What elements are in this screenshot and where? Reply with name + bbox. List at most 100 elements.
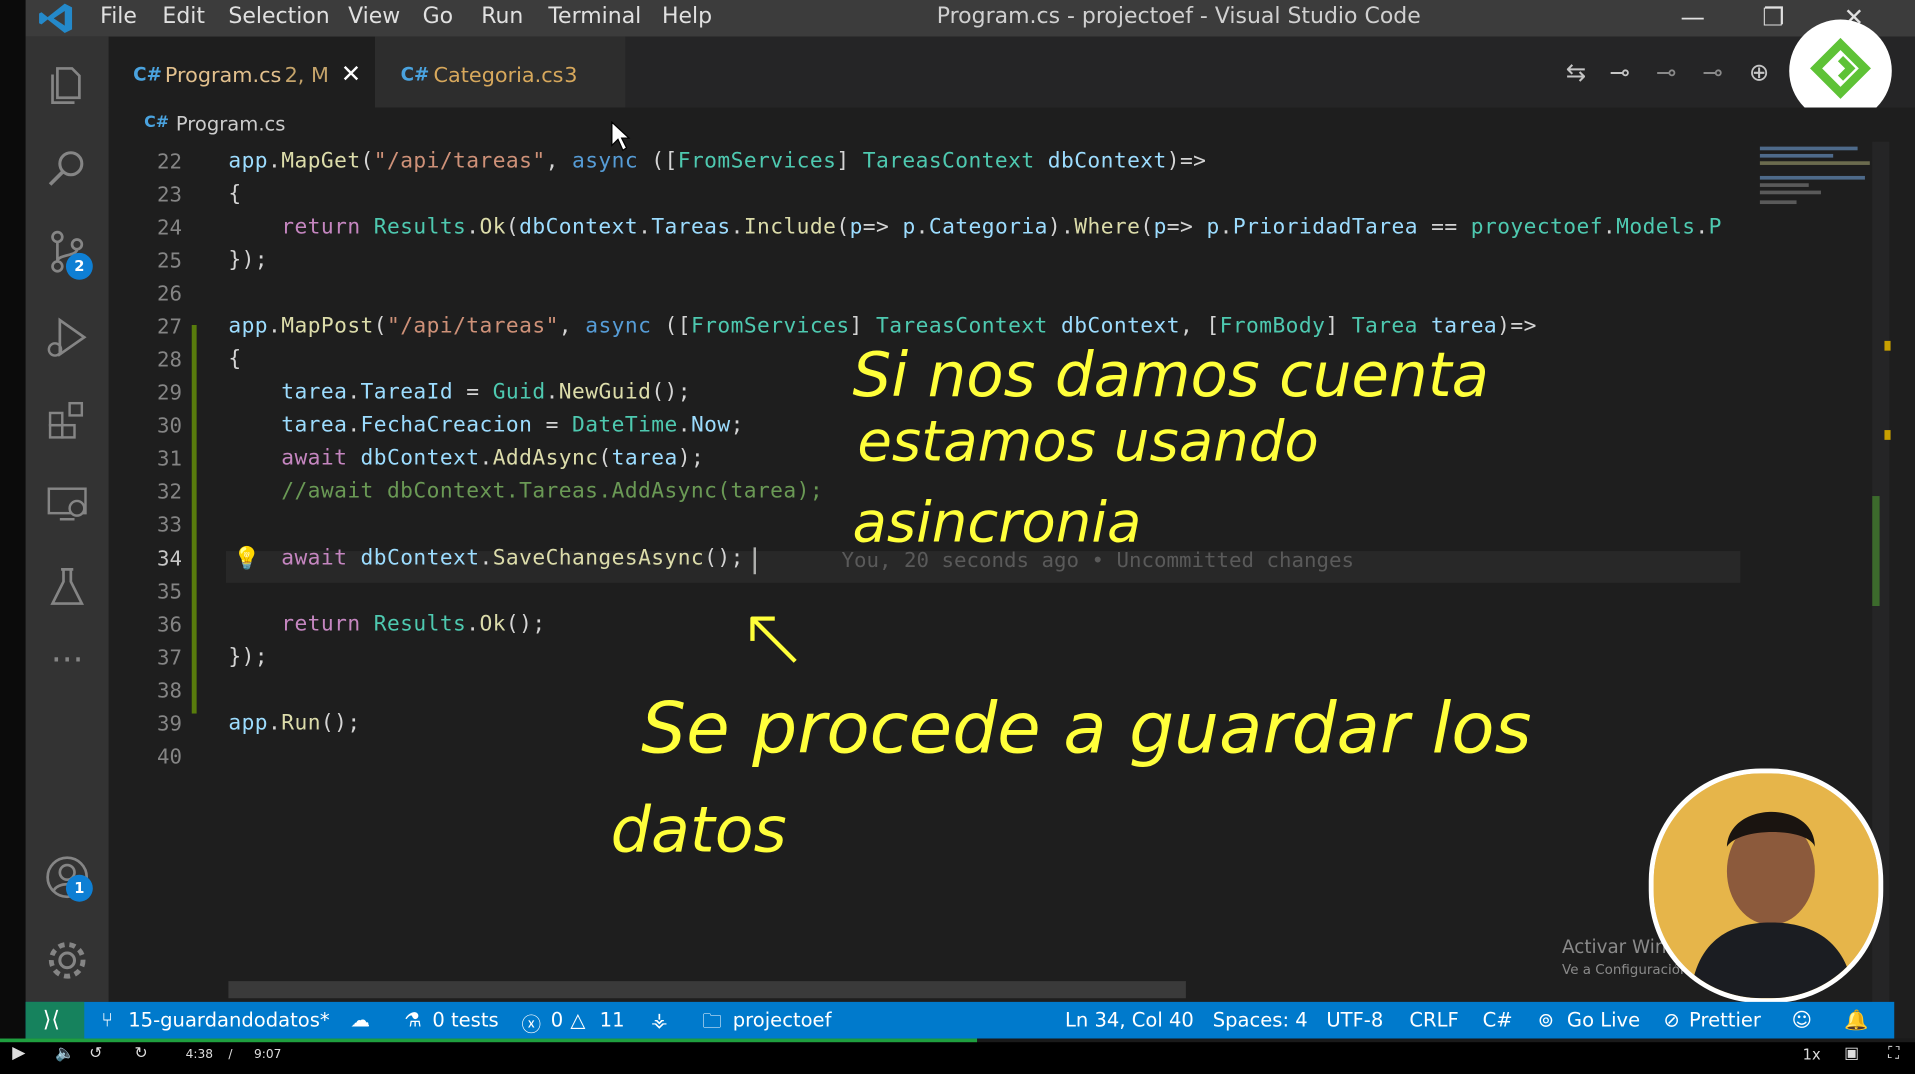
testing-flask-icon: ⚗	[404, 1007, 422, 1032]
indentation[interactable]: Spaces: 4	[1213, 1008, 1308, 1031]
line-number: 26	[156, 282, 182, 307]
line-number: 30	[156, 414, 182, 439]
handwritten-note: Si nos damos cuenta	[852, 339, 1490, 411]
menu-file[interactable]: File	[100, 4, 137, 30]
language-mode[interactable]: C#	[1483, 1008, 1513, 1031]
remote-explorer-icon[interactable]	[43, 479, 92, 528]
errors-count[interactable]: 0	[551, 1008, 563, 1031]
horizontal-scrollbar[interactable]	[228, 981, 1186, 999]
code-line-22: app.MapGet("/api/tareas", async ([FromSe…	[228, 149, 1207, 174]
menu-terminal[interactable]: Terminal	[548, 4, 641, 30]
code-editor[interactable]: 22 app.MapGet("/api/tareas", async ([Fro…	[108, 141, 1753, 1002]
tab-status: 3	[564, 63, 578, 88]
line-number: 25	[156, 249, 182, 274]
next-change-icon[interactable]: ⊸	[1702, 57, 1722, 86]
line-number: 34	[156, 547, 182, 572]
run-debug-icon[interactable]	[43, 313, 92, 362]
total-time: 9:07	[254, 1048, 282, 1062]
csharp-file-icon: C#	[144, 113, 170, 132]
line-number: 38	[156, 679, 182, 704]
project-folder[interactable]: projectoef	[733, 1008, 832, 1031]
forward-15-icon[interactable]: ↻	[134, 1045, 147, 1063]
line-number: 24	[156, 216, 182, 241]
testing-icon[interactable]	[43, 562, 92, 611]
tests-count[interactable]: 0 tests	[432, 1008, 498, 1031]
go-live-button[interactable]: Go Live	[1567, 1008, 1640, 1031]
menu-run[interactable]: Run	[481, 4, 523, 30]
line-number: 31	[156, 447, 182, 472]
remote-indicator-button[interactable]: ⟩⟨	[25, 1001, 85, 1039]
code-line-30: tarea.FechaCreacion = DateTime.Now;	[281, 412, 744, 438]
history-icon[interactable]: ⊕	[1749, 57, 1769, 86]
code-line-39: app.Run();	[228, 711, 361, 736]
line-number: 28	[156, 348, 182, 373]
csharp-file-icon: C#	[133, 63, 162, 86]
close-tab-icon[interactable]: ✕	[341, 59, 361, 88]
extensions-icon[interactable]	[43, 396, 92, 445]
git-modified-gutter	[191, 324, 197, 714]
play-icon[interactable]: ▶	[12, 1043, 25, 1063]
tab-categoria-cs[interactable]: C# Categoria.cs 3	[374, 36, 626, 108]
tab-program-cs[interactable]: C# Program.cs 2, M ✕	[108, 36, 375, 108]
menu-go[interactable]: Go	[423, 4, 453, 30]
mouse-pointer-icon	[611, 120, 631, 152]
menu-selection[interactable]: Selection	[228, 4, 329, 30]
line-number: 22	[156, 150, 182, 175]
tab-label: Program.cs	[164, 63, 282, 88]
code-line-36: return Results.Ok();	[281, 612, 546, 637]
accounts-badge: 1	[65, 874, 93, 902]
video-left-border	[0, 0, 26, 1074]
cursor-position[interactable]: Ln 34, Col 40	[1065, 1008, 1194, 1031]
prettier-button[interactable]: Prettier	[1689, 1008, 1761, 1031]
feedback-icon[interactable]: ☺	[1792, 1008, 1812, 1031]
restore-button[interactable]: ❐	[1753, 0, 1795, 37]
vscode-logo-icon	[39, 3, 73, 33]
breadcrumb[interactable]: C# Program.cs	[108, 107, 1915, 142]
previous-change-icon[interactable]: ⊸	[1610, 57, 1630, 86]
handwritten-arrow: ↖	[737, 586, 810, 687]
menu-help[interactable]: Help	[662, 4, 712, 30]
rewind-15-icon[interactable]: ↺	[89, 1045, 102, 1063]
tab-label: Categoria.cs	[433, 63, 564, 88]
notifications-bell-icon[interactable]: 🔔	[1844, 1008, 1868, 1031]
code-line-37: });	[228, 645, 269, 670]
git-branch[interactable]: 15-guardandodatos*	[128, 1008, 329, 1031]
handwritten-note: datos	[610, 794, 787, 868]
picture-in-picture-icon[interactable]: ▣	[1844, 1045, 1859, 1063]
breadcrumb-file[interactable]: Program.cs	[176, 112, 286, 135]
line-number: 33	[156, 513, 182, 538]
open-changes-icon[interactable]: ⇆	[1566, 57, 1586, 86]
playback-speed[interactable]: 1x	[1803, 1046, 1821, 1063]
line-number: 27	[156, 315, 182, 340]
menu-edit[interactable]: Edit	[162, 4, 205, 30]
handwritten-note: estamos usando	[857, 408, 1319, 475]
line-number: 40	[156, 745, 182, 770]
video-progress-fill	[0, 1038, 977, 1043]
search-icon[interactable]	[43, 144, 92, 193]
line-number: 35	[156, 580, 182, 605]
broadcast-icon: ⊚	[1537, 1007, 1554, 1032]
menu-view[interactable]: View	[348, 4, 400, 30]
volume-icon[interactable]: 🔈	[55, 1045, 75, 1063]
sync-cloud-icon[interactable]: ☁	[351, 1008, 371, 1031]
settings-gear-icon[interactable]	[43, 936, 92, 985]
encoding[interactable]: UTF-8	[1326, 1008, 1383, 1031]
git-commit-icon[interactable]: ⊸	[1656, 57, 1676, 86]
fullscreen-icon[interactable]: ⛶	[1888, 1045, 1899, 1063]
line-number: 32	[156, 480, 182, 505]
code-line-31: await dbContext.AddAsync(tarea);	[281, 445, 705, 471]
line-number: 37	[156, 646, 182, 671]
csharp-file-icon: C#	[400, 63, 430, 86]
line-endings[interactable]: CRLF	[1409, 1008, 1458, 1031]
warnings-count[interactable]: 11	[600, 1008, 625, 1031]
rocket-icon[interactable]: ⚶	[651, 1008, 668, 1031]
more-icon[interactable]: ···	[43, 642, 92, 697]
current-time: 4:38	[185, 1048, 214, 1062]
code-line-28: {	[228, 346, 242, 372]
text-cursor	[753, 547, 756, 575]
code-line-29: tarea.TareaId = Guid.NewGuid();	[281, 379, 691, 405]
warning-icon: △	[570, 1007, 586, 1032]
files-icon[interactable]	[43, 61, 92, 110]
minimize-button[interactable]: —	[1672, 0, 1714, 37]
source-control-badge: 2	[65, 252, 93, 280]
